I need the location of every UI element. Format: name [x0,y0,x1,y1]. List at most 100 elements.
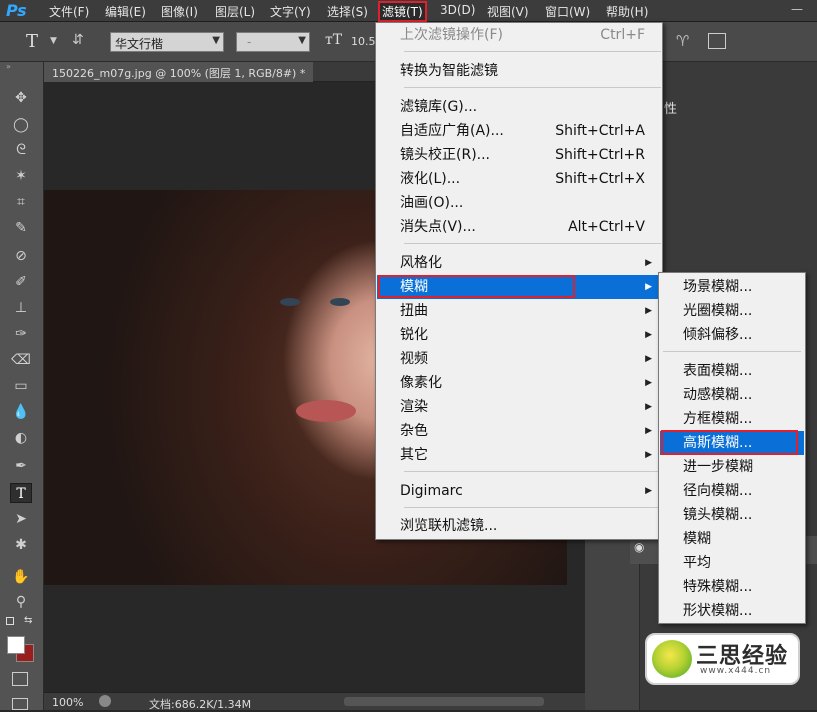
submenu-item-blur[interactable]: 模糊 [660,527,804,551]
text-orientation-icon[interactable]: ⇵ [72,32,84,48]
menu-divider [404,51,661,52]
menu-item-video[interactable]: 视频 ▶ [377,347,661,371]
menu-layer[interactable]: 图层(L) [215,3,255,20]
dodge-tool-icon[interactable]: ◐ [10,428,32,448]
menu-item-adaptive-wide-angle[interactable]: 自适应广角(A)... Shift+Ctrl+A [377,119,661,143]
submenu-item-lens-blur[interactable]: 镜头模糊... [660,503,804,527]
submenu-item-iris-blur[interactable]: 光圈模糊... [660,299,804,323]
custom-shape-icon[interactable]: ✱ [10,535,32,555]
collapse-icon[interactable]: » [6,62,11,71]
submenu-item-average[interactable]: 平均 [660,551,804,575]
menu-item-label: 方框模糊... [683,411,753,427]
chevron-down-icon[interactable]: ▼ [50,36,57,46]
menu-item-label: 形状模糊... [683,603,753,619]
menu-item-noise[interactable]: 杂色 ▶ [377,419,661,443]
watermark-url: www.x444.cn [700,666,772,676]
submenu-item-field-blur[interactable]: 场景模糊... [660,275,804,299]
menu-help[interactable]: 帮助(H) [606,3,648,20]
submenu-item-box-blur[interactable]: 方框模糊... [660,407,804,431]
gradient-tool-icon[interactable]: ▭ [10,376,32,396]
menu-item-lens-correction[interactable]: 镜头校正(R)... Shift+Ctrl+R [377,143,661,167]
magic-wand-icon[interactable]: ✶ [10,166,32,186]
shortcut-label: Shift+Ctrl+R [555,147,645,163]
photo-lips [296,400,356,422]
menu-item-oil-paint[interactable]: 油画(O)... [377,191,661,215]
eye-icon[interactable]: ◉ [634,540,648,554]
menu-item-label: 镜头校正(R)... [400,147,491,163]
menu-item-label: 进一步模糊 [683,459,753,475]
annotation-highlight-box [661,430,798,455]
menu-3d[interactable]: 3D(D) [440,3,475,17]
menu-divider [404,507,661,508]
submenu-item-blur-more[interactable]: 进一步模糊 [660,455,804,479]
submenu-item-surface-blur[interactable]: 表面模糊... [660,359,804,383]
zoom-level[interactable]: 100% [52,696,83,709]
menu-item-convert-smart-filters[interactable]: 转换为智能滤镜 [377,59,661,83]
type-tool-preset-icon[interactable]: T [26,31,38,52]
menu-item-other[interactable]: 其它 ▶ [377,443,661,467]
crop-tool-icon[interactable]: ⌗ [10,192,32,212]
hand-tool-icon[interactable]: ✋ [10,567,32,587]
menu-item-render[interactable]: 渲染 ▶ [377,395,661,419]
clone-stamp-icon[interactable]: ⊥ [10,298,32,318]
minimize-icon[interactable]: — [791,2,809,18]
menu-type[interactable]: 文字(Y) [270,3,311,20]
menu-file[interactable]: 文件(F) [49,3,89,20]
font-size-value[interactable]: 10.5 [351,35,376,48]
menu-item-label: 光圈模糊... [683,303,753,319]
menu-item-pixelate[interactable]: 像素化 ▶ [377,371,661,395]
menu-filter[interactable]: 滤镜(T) [378,1,427,22]
menu-item-label: 其它 [400,447,428,463]
quick-mask-icon[interactable] [12,672,28,686]
zoom-tool-icon[interactable]: ⚲ [10,592,32,612]
submenu-item-shape-blur[interactable]: 形状模糊... [660,599,804,623]
foreground-color-swatch[interactable] [7,636,25,654]
menu-item-vanishing-point[interactable]: 消失点(V)... Alt+Ctrl+V [377,215,661,239]
menu-item-filter-gallery[interactable]: 滤镜库(G)... [377,95,661,119]
healing-brush-icon[interactable]: ⊘ [10,246,32,266]
menu-item-label: 镜头模糊... [683,507,753,523]
menu-view[interactable]: 视图(V) [487,3,529,20]
menu-item-distort[interactable]: 扭曲 ▶ [377,299,661,323]
menu-item-label: 扭曲 [400,303,428,319]
font-family-dropdown[interactable]: 华文行楷 ▼ [110,32,224,52]
history-brush-icon[interactable]: ✑ [10,324,32,344]
document-tab[interactable]: 150226_m07g.jpg @ 100% (图层 1, RGB/8#) * [44,62,314,82]
horizontal-scrollbar[interactable] [344,697,544,706]
character-panel-icon[interactable] [708,33,726,49]
menu-select[interactable]: 选择(S) [327,3,368,20]
menu-item-liquify[interactable]: 液化(L)... Shift+Ctrl+X [377,167,661,191]
menu-item-label: 特殊模糊... [683,579,753,595]
marquee-tool-icon[interactable]: ◯ [10,115,32,135]
eyedropper-icon[interactable]: ✎ [10,218,32,238]
menu-item-browse-online-filters[interactable]: 浏览联机滤镜... [377,514,661,538]
brush-tool-icon[interactable]: ✐ [10,272,32,292]
default-colors-icon[interactable] [6,617,14,625]
menu-edit[interactable]: 编辑(E) [105,3,146,20]
submenu-item-motion-blur[interactable]: 动感模糊... [660,383,804,407]
lasso-tool-icon[interactable]: ᘓ [10,140,32,160]
photo-eye-right [330,298,350,306]
menu-item-stylize[interactable]: 风格化 ▶ [377,251,661,275]
screen-mode-icon[interactable] [12,698,28,710]
menu-item-label: 液化(L)... [400,171,461,187]
status-info-icon[interactable] [99,695,111,707]
swap-colors-icon[interactable]: ⇆ [24,615,32,626]
submenu-item-smart-blur[interactable]: 特殊模糊... [660,575,804,599]
type-tool-icon[interactable]: T [10,483,32,503]
submenu-item-tilt-shift[interactable]: 倾斜偏移... [660,323,804,347]
document-tab-bar: 150226_m07g.jpg @ 100% (图层 1, RGB/8#) * [44,62,375,82]
path-selection-icon[interactable]: ➤ [10,509,32,529]
font-style-dropdown[interactable]: - ▼ [236,32,310,52]
menu-window[interactable]: 窗口(W) [545,3,590,20]
move-tool-icon[interactable]: ✥ [10,88,32,108]
eraser-icon[interactable]: ⌫ [10,350,32,370]
menu-item-digimarc[interactable]: Digimarc ▶ [377,479,661,503]
blur-tool-icon[interactable]: 💧 [10,402,32,422]
warp-text-icon[interactable]: ♈ [676,32,689,50]
submenu-item-radial-blur[interactable]: 径向模糊... [660,479,804,503]
menu-divider [404,87,661,88]
menu-image[interactable]: 图像(I) [161,3,198,20]
pen-tool-icon[interactable]: ✒ [10,456,32,476]
menu-item-sharpen[interactable]: 锐化 ▶ [377,323,661,347]
